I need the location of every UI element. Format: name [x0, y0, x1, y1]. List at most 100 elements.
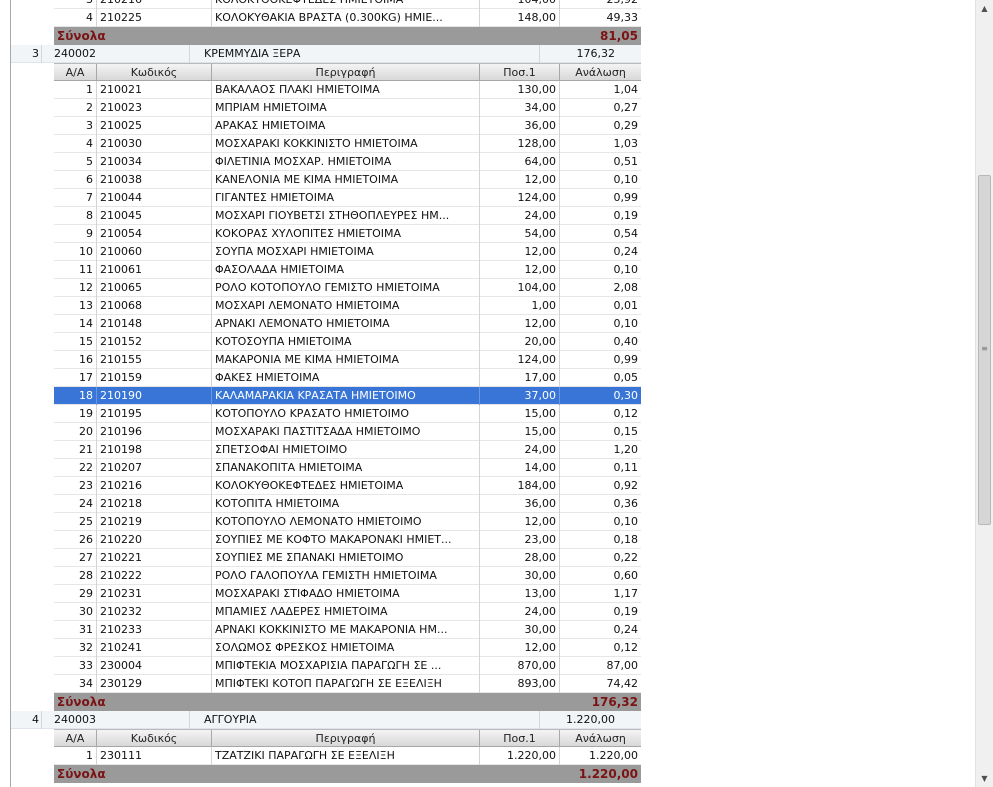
cell-aa: 33: [54, 657, 97, 675]
material-group-row[interactable]: 3 240002 ΚΡΕΜΜΥΔΙΑ ΞΕΡΑ 176,32: [10, 45, 641, 63]
cell-description: ΣΟΥΠΙΕΣ ΜΕ ΚΟΦΤΟ ΜΑΚΑΡΟΝΑΚΙ ΗΜΙΕΤ...: [212, 531, 480, 549]
vertical-scrollbar[interactable]: ▲ ≡ ▼: [975, 0, 993, 787]
scroll-down-icon[interactable]: ▼: [976, 770, 993, 787]
cell-quantity: 12,00: [480, 639, 560, 657]
cell-description: ΜΟΣΧΑΡΙ ΛΕΜΟΝΑΤΟ ΗΜΙΕΤΟΙΜΑ: [212, 297, 480, 315]
header-code[interactable]: Κωδικός: [97, 730, 212, 748]
table-row[interactable]: 4 210225 ΚΟΛΟΚΥΘΑΚΙΑ ΒΡΑΣΤΑ (0.300KG) ΗΜΙΕ…: [54, 9, 641, 27]
header-consumption[interactable]: Ανάλωση: [560, 64, 641, 82]
scroll-up-icon[interactable]: ▲: [976, 0, 993, 17]
cell-description: ΚΟΛΟΚΥΘΑΚΙΑ ΒΡΑΣΤΑ (0.300KG) ΗΜΙΕ...: [212, 9, 480, 27]
table-row[interactable]: 2 210023 ΜΠΡΙΑΜ ΗΜΙΕΤΟΙΜΑ 34,00 0,27: [54, 99, 641, 117]
table-row[interactable]: 14 210148 ΑΡΝΑΚΙ ΛΕΜΟΝΑΤΟ ΗΜΙΕΤΟΙΜΑ 12,00 0,…: [54, 315, 641, 333]
cell-consumption: 0,30: [613, 389, 639, 402]
table-row[interactable]: 7 210044 ΓΙΓΑΝΤΕΣ ΗΜΙΕΤΟΙΜΑ 124,00 0,99: [54, 189, 641, 207]
group-total: 176,32: [576, 47, 616, 60]
table-row[interactable]: 23 210216 ΚΟΛΟΚΥΘΟΚΕΦΤΕΔΕΣ ΗΜΙΕΤΟΙΜΑ 184,00…: [54, 477, 641, 495]
cell-description: ΚΟΛΟΚΥΘΟΚΕΦΤΕΔΕΣ ΗΜΙΕΤΟΙΜΑ: [212, 0, 480, 9]
table-row[interactable]: 1 210021 ΒΑΚΑΛΑΟΣ ΠΛΑΚΙ ΗΜΙΕΤΟΙΜΑ 130,00 1,0…: [54, 81, 641, 99]
cell-consumption: 25,92: [560, 0, 641, 9]
table-row[interactable]: 3210216ΚΟΛΟΚΥΘΟΚΕΦΤΕΔΕΣ ΗΜΙΕΤΟΙΜΑ104,002…: [54, 0, 641, 9]
cell-aa: 12: [54, 279, 97, 297]
cell-description: ΚΟΤΟΠΙΤΑ ΗΜΙΕΤΟΙΜΑ: [212, 495, 480, 513]
cell-description: ΜΠΑΜΙΕΣ ΛΑΔΕΡΕΣ ΗΜΙΕΤΟΙΜΑ: [212, 603, 480, 621]
cell-description: ΜΟΣΧΑΡΑΚΙ ΚΟΚΚΙΝΙΣΤΟ ΗΜΙΕΤΟΙΜΑ: [212, 135, 480, 153]
cell-description: ΒΑΚΑΛΑΟΣ ΠΛΑΚΙ ΗΜΙΕΤΟΙΜΑ: [212, 81, 480, 99]
cell-consumption: 0,99: [613, 353, 639, 366]
table-row[interactable]: 10 210060 ΣΟΥΠΑ ΜΟΣΧΑΡΙ ΗΜΙΕΤΟΙΜΑ 12,00 0,24: [54, 243, 641, 261]
table-row[interactable]: 29 210231 ΜΟΣΧΑΡΑΚΙ ΣΤΙΦΑΔΟ ΗΜΙΕΤΟΙΜΑ 13,00…: [54, 585, 641, 603]
cell-quantity: 184,00: [480, 477, 560, 495]
cell-aa: 27: [54, 549, 97, 567]
table-row[interactable]: 17 210159 ΦΑΚΕΣ ΗΜΙΕΤΟΙΜΑ 17,00 0,05: [54, 369, 641, 387]
header-consumption[interactable]: Ανάλωση: [560, 730, 641, 748]
table-row[interactable]: 12 210065 ΡΟΛΟ ΚΟΤΟΠΟΥΛΟ ΓΕΜΙΣΤΟ ΗΜΙΕΤΟΙΜΑ…: [54, 279, 641, 297]
cell-consumption: 0,10: [613, 317, 639, 330]
scrollbar-thumb[interactable]: ≡: [978, 175, 991, 525]
cell-consumption: 74,42: [606, 677, 639, 690]
cell-code: 210225: [97, 9, 212, 27]
header-description[interactable]: Περιγραφή: [212, 64, 480, 82]
header-quantity[interactable]: Ποσ.1: [480, 730, 560, 748]
table-row[interactable]: 3 210025 ΑΡΑΚΑΣ ΗΜΙΕΤΟΙΜΑ 36,00 0,29: [54, 117, 641, 135]
table-row[interactable]: 5 210034 ΦΙΛΕΤΙΝΙΑ ΜΟΣΧΑΡ. ΗΜΙΕΤΟΙΜΑ 64,00 0…: [54, 153, 641, 171]
table-row[interactable]: 9 210054 ΚΟΚΟΡΑΣ ΧΥΛΟΠΙΤΕΣ ΗΜΙΕΤΟΙΜΑ 54,00 0…: [54, 225, 641, 243]
table-row[interactable]: 24 210218 ΚΟΤΟΠΙΤΑ ΗΜΙΕΤΟΙΜΑ 36,00 0,36: [54, 495, 641, 513]
table-row[interactable]: 26 210220 ΣΟΥΠΙΕΣ ΜΕ ΚΟΦΤΟ ΜΑΚΑΡΟΝΑΚΙ ΗΜΙΕ…: [54, 531, 641, 549]
table-row[interactable]: 28 210222 ΡΟΛΟ ΓΑΛΟΠΟΥΛΑ ΓΕΜΙΣΤΗ ΗΜΙΕΤΟΙΜΑ…: [54, 567, 641, 585]
cell-quantity: 148,00: [480, 9, 560, 27]
totals-row: Σύνολα 81,05: [54, 27, 641, 45]
cell-consumption: 0,12: [613, 407, 639, 420]
cell-aa: 4: [54, 9, 97, 27]
table-row[interactable]: 25 210219 ΚΟΤΟΠΟΥΛΟ ΛΕΜΟΝΑΤΟ ΗΜΙΕΤΟΙΜΟ 12,0…: [54, 513, 641, 531]
header-quantity[interactable]: Ποσ.1: [480, 64, 560, 82]
cell-description: ΣΟΥΠΙΕΣ ΜΕ ΣΠΑΝΑΚΙ ΗΜΙΕΤΟΙΜΟ: [212, 549, 480, 567]
totals-label: Σύνολα: [57, 29, 106, 43]
cell-aa: 26: [54, 531, 97, 549]
table-row[interactable]: 8 210045 ΜΟΣΧΑΡΙ ΓΙΟΥΒΕΤΣΙ ΣΤΗΘΟΠΛΕΥΡΕΣ ΗΜ…: [54, 207, 641, 225]
header-description[interactable]: Περιγραφή: [212, 730, 480, 748]
table-row-selected[interactable]: 18 210190 ΚΑΛΑΜΑΡΑΚΙΑ ΚΡΑΣΑΤΑ ΗΜΙΕΤΟΙΜΟ 37,…: [54, 387, 641, 405]
table-row[interactable]: 34 230129 ΜΠΙΦΤΕΚΙ ΚΟΤΟΠ ΠΑΡΑΓΩΓΗ ΣΕ ΕΞΕΛΙ…: [54, 675, 641, 693]
table-row[interactable]: 27 210221 ΣΟΥΠΙΕΣ ΜΕ ΣΠΑΝΑΚΙ ΗΜΙΕΤΟΙΜΟ 28,0…: [54, 549, 641, 567]
cell-consumption: 0,92: [613, 479, 639, 492]
cell-aa: 25: [54, 513, 97, 531]
table-row[interactable]: 33 230004 ΜΠΙΦΤΕΚΙΑ ΜΟΣΧΑΡΙΣΙΑ ΠΑΡΑΓΩΓΗ ΣΕ…: [54, 657, 641, 675]
table-row[interactable]: 20 210196 ΜΟΣΧΑΡΑΚΙ ΠΑΣΤΙΤΣΑΔΑ ΗΜΙΕΤΟΙΜΟ 15…: [54, 423, 641, 441]
cell-description: ΡΟΛΟ ΓΑΛΟΠΟΥΛΑ ΓΕΜΙΣΤΗ ΗΜΙΕΤΟΙΜΑ: [212, 567, 480, 585]
header-aa[interactable]: Α/Α: [54, 730, 97, 748]
cell-quantity: 24,00: [480, 603, 560, 621]
cell-code: 210220: [97, 531, 212, 549]
table-row[interactable]: 11 210061 ΦΑΣΟΛΑΔΑ ΗΜΙΕΤΟΙΜΑ 12,00 0,10: [54, 261, 641, 279]
table-row[interactable]: 6 210038 ΚΑΝΕΛΟΝΙΑ ΜΕ ΚΙΜΑ ΗΜΙΕΤΟΙΜΑ 12,00 0…: [54, 171, 641, 189]
table-row[interactable]: 13 210068 ΜΟΣΧΑΡΙ ΛΕΜΟΝΑΤΟ ΗΜΙΕΤΟΙΜΑ 1,00 0,…: [54, 297, 641, 315]
cell-aa: 28: [54, 567, 97, 585]
header-aa[interactable]: Α/Α: [54, 64, 97, 82]
cell-quantity: 1.220,00: [480, 747, 560, 765]
cell-quantity: 20,00: [480, 333, 560, 351]
material-group-row[interactable]: 4 240003 ΑΓΓΟΥΡΙΑ 1.220,00: [10, 711, 641, 729]
cell-aa: 6: [54, 171, 97, 189]
cell-description: ΑΡΝΑΚΙ ΛΕΜΟΝΑΤΟ ΗΜΙΕΤΟΙΜΑ: [212, 315, 480, 333]
table-row[interactable]: 16 210155 ΜΑΚΑΡΟΝΙΑ ΜΕ ΚΙΜΑ ΗΜΙΕΤΟΙΜΑ 124,0…: [54, 351, 641, 369]
cell-quantity: 37,00: [480, 387, 560, 405]
table-row[interactable]: 19 210195 ΚΟΤΟΠΟΥΛΟ ΚΡΑΣΑΤΟ ΗΜΙΕΤΟΙΜΟ 15,00…: [54, 405, 641, 423]
table-row[interactable]: 21 210198 ΣΠΕΤΣΟΦΑΙ ΗΜΙΕΤΟΙΜΟ 24,00 1,20: [54, 441, 641, 459]
cell-code: 210152: [97, 333, 212, 351]
table-row[interactable]: 15 210152 ΚΟΤΟΣΟΥΠΑ ΗΜΙΕΤΟΙΜΑ 20,00 0,40: [54, 333, 641, 351]
table-row[interactable]: 1 230111 ΤΖΑΤΖΙΚΙ ΠΑΡΑΓΩΓΗ ΣΕ ΕΞΕΛΙΞΗ 1.220…: [54, 747, 641, 765]
table-row[interactable]: 31 210233 ΑΡΝΑΚΙ ΚΟΚΚΙΝΙΣΤΟ ΜΕ ΜΑΚΑΡΟΝΙΑ Η…: [54, 621, 641, 639]
cell-description: ΣΠΑΝΑΚΟΠΙΤΑ ΗΜΙΕΤΟΙΜΑ: [212, 459, 480, 477]
cell-consumption: 0,18: [613, 533, 639, 546]
cell-code: 210222: [97, 567, 212, 585]
cell-aa: 15: [54, 333, 97, 351]
cell-description: ΦΑΣΟΛΑΔΑ ΗΜΙΕΤΟΙΜΑ: [212, 261, 480, 279]
table-row[interactable]: 22 210207 ΣΠΑΝΑΚΟΠΙΤΑ ΗΜΙΕΤΟΙΜΑ 14,00 0,11: [54, 459, 641, 477]
cell-quantity: 104,00: [480, 279, 560, 297]
table-row[interactable]: 32 210241 ΣΟΛΩΜΟΣ ΦΡΕΣΚΟΣ ΗΜΙΕΤΟΙΜΑ 12,00 0,…: [54, 639, 641, 657]
header-code[interactable]: Κωδικός: [97, 64, 212, 82]
cell-consumption: 2,08: [613, 281, 639, 294]
table-row[interactable]: 4 210030 ΜΟΣΧΑΡΑΚΙ ΚΟΚΚΙΝΙΣΤΟ ΗΜΙΕΤΟΙΜΑ 128…: [54, 135, 641, 153]
cell-description: ΣΟΥΠΑ ΜΟΣΧΑΡΙ ΗΜΙΕΤΟΙΜΑ: [212, 243, 480, 261]
table-row[interactable]: 30 210232 ΜΠΑΜΙΕΣ ΛΑΔΕΡΕΣ ΗΜΙΕΤΟΙΜΑ 24,00 0,…: [54, 603, 641, 621]
